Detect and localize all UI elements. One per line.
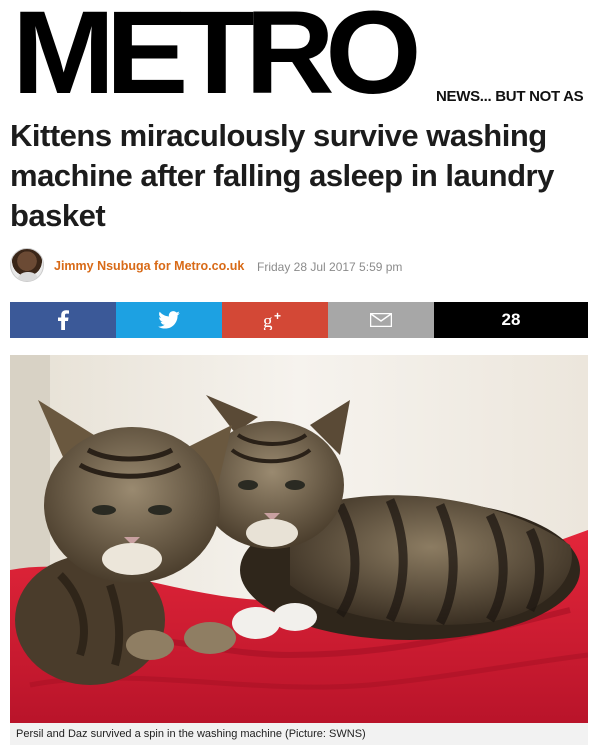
twitter-icon xyxy=(158,311,180,329)
svg-text:+: + xyxy=(274,310,281,323)
twitter-share-button[interactable] xyxy=(116,302,222,338)
facebook-icon xyxy=(58,310,69,330)
byline: Jimmy Nsubuga for Metro.co.uk Friday 28 … xyxy=(10,246,580,286)
author-link[interactable]: Jimmy Nsubuga for Metro.co.uk xyxy=(54,259,244,273)
article-image[interactable] xyxy=(10,355,588,723)
share-count: 28 xyxy=(434,302,588,338)
svg-text:g: g xyxy=(263,311,273,330)
facebook-share-button[interactable] xyxy=(10,302,116,338)
author-avatar[interactable] xyxy=(10,248,44,282)
article-headline: Kittens miraculously survive washing mac… xyxy=(10,118,554,233)
google-plus-share-button[interactable]: g + xyxy=(222,302,328,338)
masthead: METRO NEWS... BUT NOT AS xyxy=(8,0,592,112)
email-icon xyxy=(370,313,392,327)
google-plus-icon: g + xyxy=(263,310,281,330)
kittens-photo xyxy=(10,355,588,723)
publish-date: Friday 28 Jul 2017 5:59 pm xyxy=(257,260,403,274)
metro-logo[interactable]: METRO xyxy=(12,0,422,112)
email-share-button[interactable] xyxy=(328,302,434,338)
tagline: NEWS... BUT NOT AS xyxy=(436,88,584,105)
share-bar: g + 28 xyxy=(10,302,588,338)
image-caption: Persil and Daz survived a spin in the wa… xyxy=(10,723,588,745)
